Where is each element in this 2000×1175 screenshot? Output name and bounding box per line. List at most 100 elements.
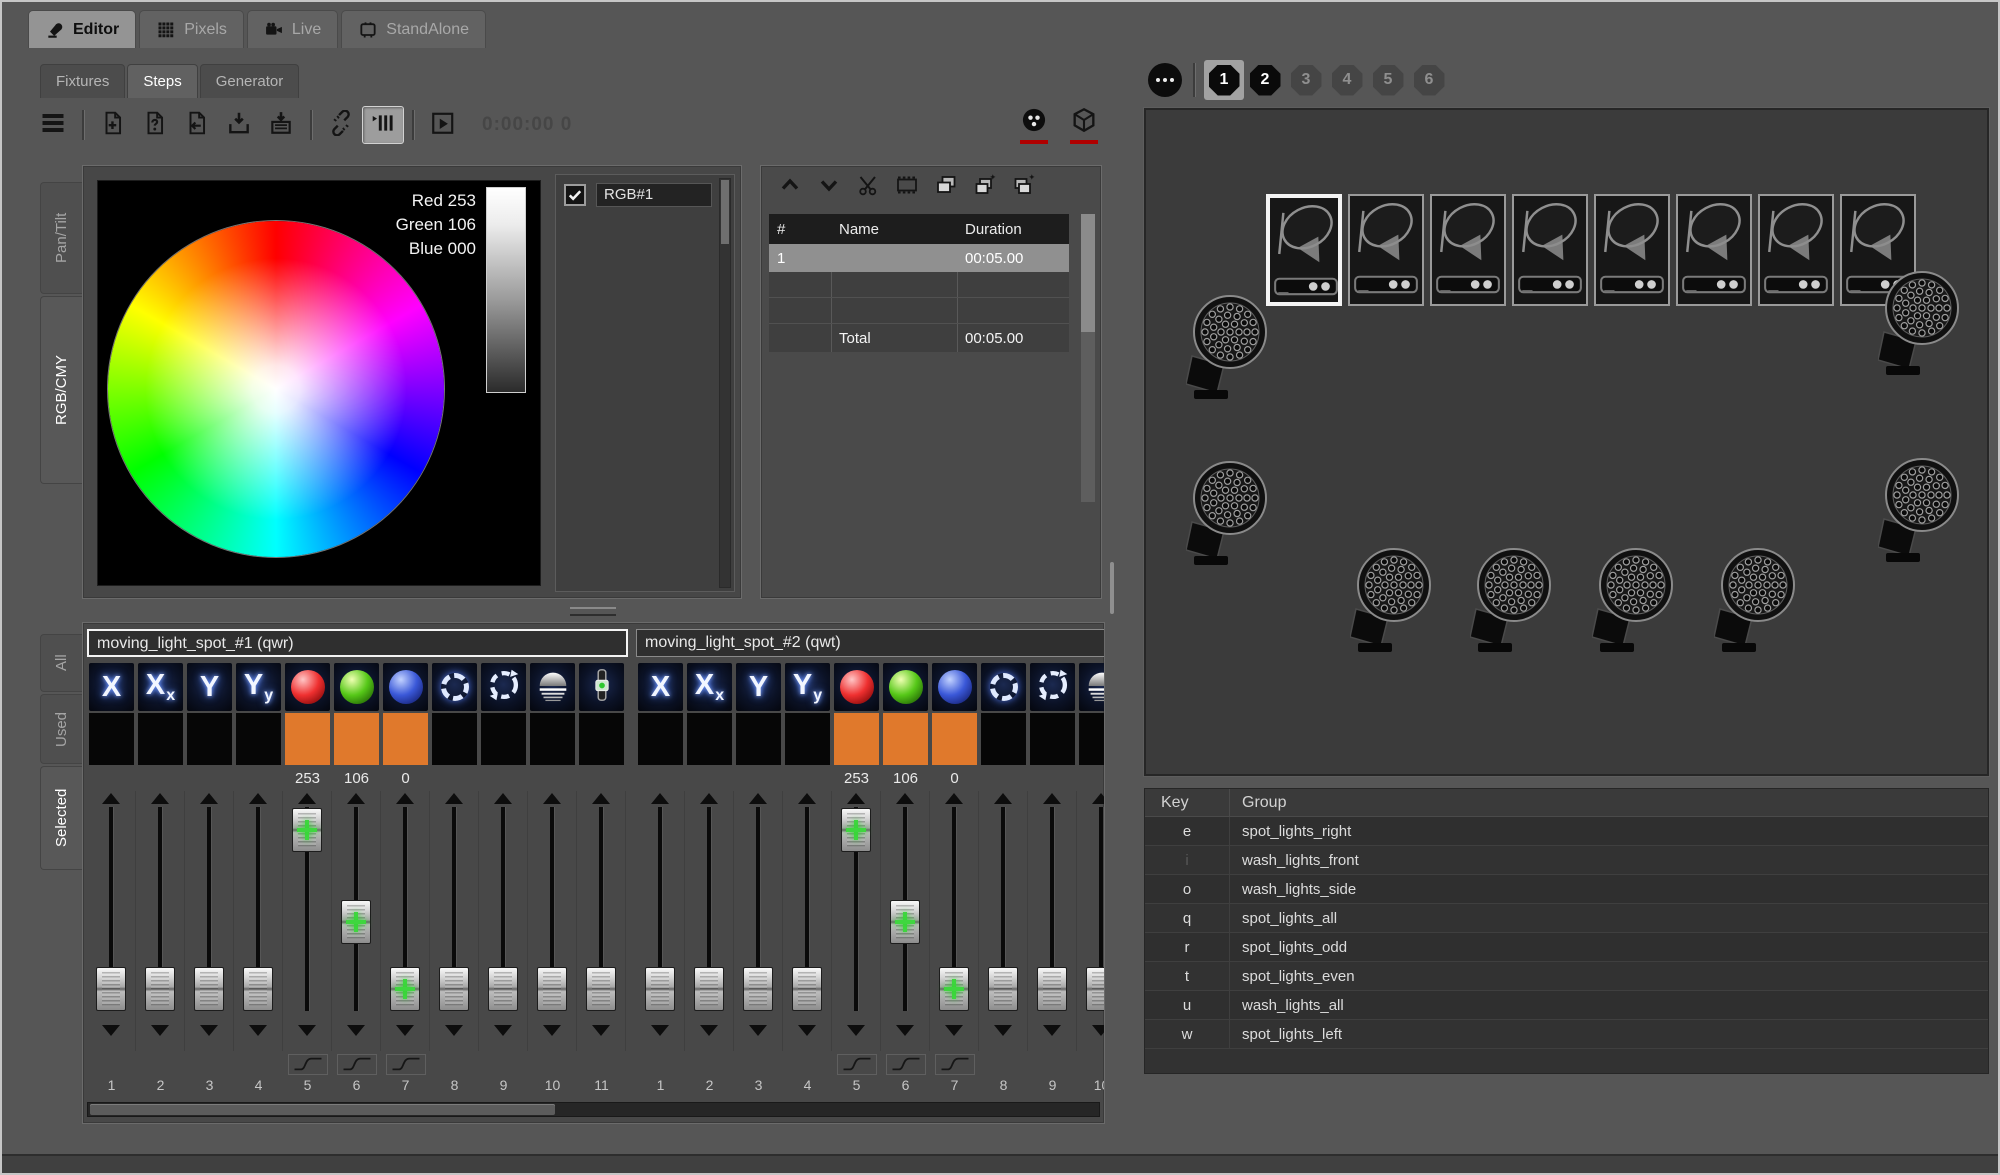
channel-fader[interactable] xyxy=(685,791,734,1051)
preset-scrollbar[interactable] xyxy=(719,178,731,588)
unlink-button[interactable] xyxy=(320,106,362,144)
stage-wash-5[interactable] xyxy=(1350,545,1434,655)
tab-generator[interactable]: Generator xyxy=(200,64,300,98)
tab-standalone[interactable]: StandAlone xyxy=(341,10,486,48)
fader-thumb[interactable] xyxy=(792,967,822,1011)
fader-down-arrow[interactable] xyxy=(347,1025,365,1036)
fader-tab-used[interactable]: Used xyxy=(40,694,82,764)
fader-up-arrow[interactable] xyxy=(1043,793,1061,804)
group-row[interactable]: tspot_lights_even xyxy=(1145,962,1988,991)
fader-down-arrow[interactable] xyxy=(651,1025,669,1036)
channel-icon-cell[interactable] xyxy=(530,663,575,711)
scene-button-5[interactable]: 5 xyxy=(1373,65,1404,96)
channel-icon-cell[interactable]: X xyxy=(638,663,683,711)
stage-spot-6[interactable] xyxy=(1676,194,1752,306)
channel-fader[interactable] xyxy=(930,791,979,1051)
channel-icon-cell[interactable] xyxy=(834,663,879,711)
channel-icon-cell[interactable]: Yy xyxy=(236,663,281,711)
tab-live[interactable]: Live xyxy=(247,10,338,48)
channel-fader[interactable] xyxy=(832,791,881,1051)
channel-icon-cell[interactable]: Xx xyxy=(687,663,732,711)
fader-thumb[interactable] xyxy=(390,967,420,1011)
channel-value-cell[interactable] xyxy=(1030,713,1075,765)
scene-button-3[interactable]: 3 xyxy=(1291,65,1322,96)
palette-tab-rgbcmy[interactable]: RGB/CMY xyxy=(40,296,82,484)
stage-wash-3[interactable] xyxy=(1878,268,1962,378)
fader-thumb[interactable] xyxy=(194,967,224,1011)
fader-down-arrow[interactable] xyxy=(592,1025,610,1036)
group-row[interactable]: uwash_lights_all xyxy=(1145,991,1988,1020)
fader-thumb[interactable] xyxy=(586,967,616,1011)
stage-spot-1[interactable] xyxy=(1266,194,1342,306)
save-button[interactable] xyxy=(218,106,260,144)
snapshot-button[interactable] xyxy=(892,173,922,201)
fader-up-arrow[interactable] xyxy=(1092,793,1105,804)
fader-down-arrow[interactable] xyxy=(994,1025,1012,1036)
faders-view-button[interactable] xyxy=(362,106,404,144)
channel-fader[interactable] xyxy=(1077,791,1105,1051)
channel-value-cell[interactable] xyxy=(285,713,330,765)
channel-value-cell[interactable] xyxy=(89,713,134,765)
channel-fader[interactable] xyxy=(479,791,528,1051)
channel-value-cell[interactable] xyxy=(187,713,232,765)
stage-wash-6[interactable] xyxy=(1470,545,1554,655)
horizontal-splitter[interactable] xyxy=(82,604,1104,616)
fader-up-arrow[interactable] xyxy=(592,793,610,804)
channel-value-cell[interactable] xyxy=(638,713,683,765)
group-row[interactable]: qspot_lights_all xyxy=(1145,904,1988,933)
edit-scene-button[interactable] xyxy=(134,106,176,144)
fader-down-arrow[interactable] xyxy=(798,1025,816,1036)
fixture-bank-title[interactable]: moving_light_spot_#2 (qwt) xyxy=(636,629,1105,657)
channel-value-cell[interactable] xyxy=(383,713,428,765)
palette-tab-pantilt[interactable]: Pan/Tilt xyxy=(40,182,82,294)
channel-fader[interactable] xyxy=(577,791,626,1051)
channel-value-cell[interactable] xyxy=(334,713,379,765)
channel-fader[interactable] xyxy=(734,791,783,1051)
fader-up-arrow[interactable] xyxy=(994,793,1012,804)
fader-thumb[interactable] xyxy=(488,967,518,1011)
fader-down-arrow[interactable] xyxy=(1043,1025,1061,1036)
move-down-button[interactable] xyxy=(814,173,844,201)
channel-fader[interactable] xyxy=(381,791,430,1051)
fader-thumb[interactable] xyxy=(939,967,969,1011)
fader-up-arrow[interactable] xyxy=(298,793,316,804)
scene-button-2[interactable]: 2 xyxy=(1250,65,1281,96)
fader-tab-all[interactable]: All xyxy=(40,634,82,692)
paste-insert-button[interactable] xyxy=(970,173,1000,201)
steps-scrollbar[interactable] xyxy=(1081,214,1095,502)
fader-up-arrow[interactable] xyxy=(396,793,414,804)
fader-thumb[interactable] xyxy=(645,967,675,1011)
new-scene-button[interactable] xyxy=(92,106,134,144)
fader-up-arrow[interactable] xyxy=(945,793,963,804)
stage-wash-1[interactable] xyxy=(1186,292,1270,402)
fader-down-arrow[interactable] xyxy=(543,1025,561,1036)
tab-steps[interactable]: Steps xyxy=(127,64,197,98)
fader-thumb[interactable] xyxy=(841,808,871,852)
stage-wash-4[interactable] xyxy=(1878,455,1962,565)
channel-value-cell[interactable] xyxy=(1079,713,1105,765)
channel-icon-cell[interactable] xyxy=(981,663,1026,711)
fader-tab-selected[interactable]: Selected xyxy=(40,766,82,870)
fader-thumb[interactable] xyxy=(890,900,920,944)
fader-thumb[interactable] xyxy=(243,967,273,1011)
preset-scroll-thumb[interactable] xyxy=(721,180,729,244)
channel-icon-cell[interactable]: X xyxy=(89,663,134,711)
color-wheel[interactable] xyxy=(108,221,444,557)
fader-up-arrow[interactable] xyxy=(445,793,463,804)
channel-value-cell[interactable] xyxy=(981,713,1026,765)
stage-spot-5[interactable] xyxy=(1594,194,1670,306)
stage-wash-8[interactable] xyxy=(1714,545,1798,655)
move-up-button[interactable] xyxy=(775,173,805,201)
fade-curve-button[interactable] xyxy=(837,1054,877,1075)
fade-curve-button[interactable] xyxy=(886,1054,926,1075)
channel-fader[interactable] xyxy=(1028,791,1077,1051)
scene-button-1[interactable]: 1 xyxy=(1209,65,1240,96)
fader-up-arrow[interactable] xyxy=(102,793,120,804)
fader-thumb[interactable] xyxy=(145,967,175,1011)
channel-icon-cell[interactable] xyxy=(1030,663,1075,711)
fader-up-arrow[interactable] xyxy=(249,793,267,804)
channel-value-cell[interactable] xyxy=(834,713,879,765)
fader-up-arrow[interactable] xyxy=(543,793,561,804)
fader-h-scrollbar[interactable] xyxy=(87,1102,1100,1117)
fader-up-arrow[interactable] xyxy=(494,793,512,804)
